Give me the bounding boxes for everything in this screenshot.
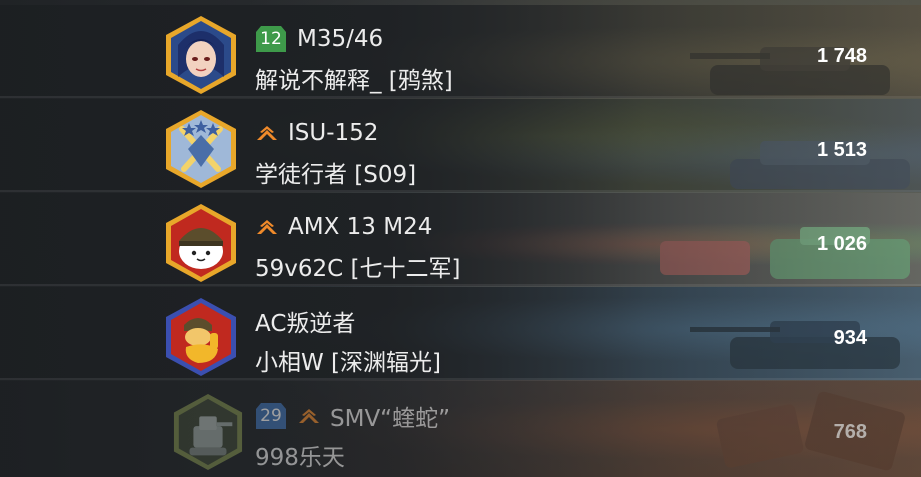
player-avatar[interactable] <box>164 203 238 283</box>
row-divider <box>0 378 921 380</box>
tier-badge: 29 <box>255 402 287 430</box>
tank-turret-avatar-icon <box>173 394 243 470</box>
player-nickname: 学徒行者 [S09] <box>255 162 417 188</box>
player-row[interactable]: AC叛逆者 小相W [深渊辐光] 934 <box>0 287 921 380</box>
tier-badge: 12 <box>255 25 287 53</box>
vehicle-line: AC叛逆者 <box>255 305 355 337</box>
vehicle-name: M35/46 <box>297 26 384 52</box>
player-row[interactable]: 12 M35/46 解说不解释_ [鸦煞] 1 748 <box>0 5 921 98</box>
vehicle-name: SMV“蝰蛇” <box>330 406 451 432</box>
player-avatar[interactable] <box>164 15 238 95</box>
player-avatar[interactable] <box>164 109 238 189</box>
vehicle-name: ISU-152 <box>288 120 379 146</box>
row-divider <box>0 284 921 286</box>
chevron-rank-icon <box>299 409 319 423</box>
player-score: 934 <box>833 327 867 349</box>
row-divider <box>0 96 921 98</box>
player-nickname: 998乐天 <box>255 445 345 471</box>
vehicle-line: AMX 13 M24 <box>255 211 432 243</box>
row-divider <box>0 190 921 192</box>
player-nickname: 小相W [深渊辐光] <box>255 350 441 376</box>
player-nickname: 解说不解释_ [鸦煞] <box>255 68 453 94</box>
helmet-blob-avatar-icon <box>166 204 236 282</box>
vehicle-name: AMX 13 M24 <box>288 214 433 240</box>
player-score: 1 513 <box>816 139 867 161</box>
player-avatar[interactable] <box>172 393 244 471</box>
vehicle-line: ISU-152 <box>255 117 378 149</box>
player-score: 1 748 <box>816 45 867 67</box>
player-avatar[interactable] <box>164 297 238 377</box>
vehicle-line: 29 SMV“蝰蛇” <box>255 400 450 432</box>
thumbs-up-soldier-avatar-icon <box>166 298 236 376</box>
vehicle-line: 12 M35/46 <box>255 23 383 55</box>
player-score: 768 <box>833 421 867 443</box>
player-row[interactable]: ISU-152 学徒行者 [S09] 1 513 <box>0 99 921 192</box>
crossed-swords-avatar-icon <box>166 110 236 188</box>
player-row[interactable]: AMX 13 M24 59v62C [七十二军] 1 026 <box>0 193 921 286</box>
anime-girl-avatar-icon <box>166 16 236 94</box>
vehicle-name: AC叛逆者 <box>255 311 356 337</box>
player-score: 1 026 <box>816 233 867 255</box>
chevron-rank-icon <box>257 220 277 234</box>
chevron-rank-icon <box>257 126 277 140</box>
player-row[interactable]: 29 SMV“蝰蛇” 998乐天 768 <box>0 381 921 477</box>
player-nickname: 59v62C [七十二军] <box>255 256 461 282</box>
